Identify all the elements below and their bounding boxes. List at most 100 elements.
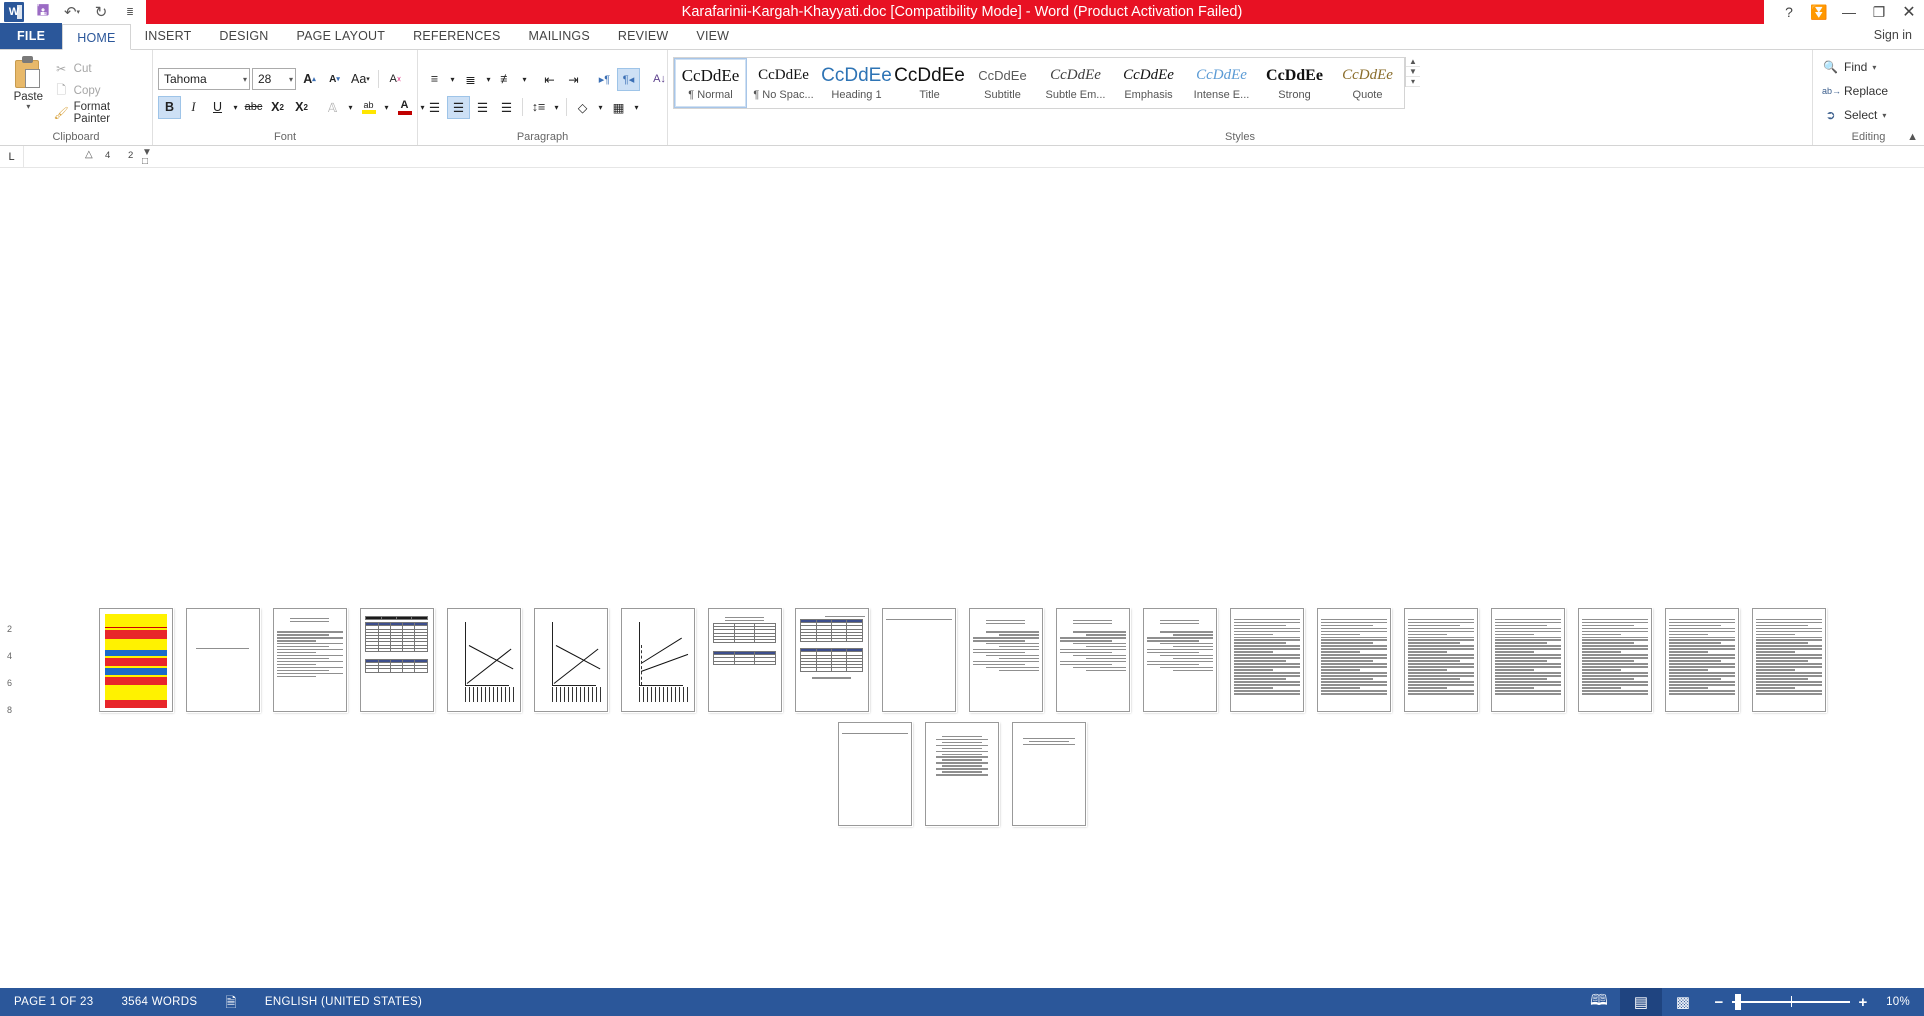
paste-button[interactable]: Paste ▾ — [5, 53, 52, 129]
bullets-button[interactable]: ≡ — [423, 68, 446, 91]
font-name-caret-icon[interactable]: ▾ — [239, 75, 247, 84]
read-mode-button[interactable]: 🕮 — [1578, 988, 1620, 1016]
text-effects-button[interactable]: 𝔸 — [321, 96, 344, 119]
copy-button[interactable]: 🗋 Copy — [54, 82, 147, 101]
collapse-ribbon-button[interactable]: ▲ — [1907, 131, 1918, 143]
tab-page-layout[interactable]: PAGE LAYOUT — [283, 23, 400, 49]
page-thumbnail[interactable] — [359, 608, 434, 712]
page-thumbnail[interactable] — [1664, 608, 1739, 712]
tab-mailings[interactable]: MAILINGS — [515, 23, 604, 49]
page-thumbnail[interactable] — [925, 722, 999, 826]
page-thumbnail[interactable] — [272, 608, 347, 712]
restore-button[interactable]: ❐ — [1864, 0, 1894, 24]
borders-caret-icon[interactable]: ▾ — [631, 96, 642, 119]
close-button[interactable]: ✕ — [1894, 0, 1924, 24]
page-thumbnail[interactable] — [1142, 608, 1217, 712]
zoom-level-label[interactable]: 10% — [1878, 996, 1924, 1008]
first-line-indent-marker-icon[interactable]: △ — [85, 149, 93, 160]
justify-button[interactable]: ☰ — [495, 96, 518, 119]
find-caret-icon[interactable]: ▾ — [1872, 63, 1876, 72]
horizontal-ruler[interactable]: 4 2 △ ▼ □ — [79, 146, 199, 168]
styles-more-icon[interactable]: ▾ — [1406, 77, 1420, 87]
tab-stop-selector[interactable]: L — [0, 145, 24, 168]
bullets-caret-icon[interactable]: ▾ — [447, 68, 458, 91]
shading-caret-icon[interactable]: ▾ — [595, 96, 606, 119]
page-thumbnail[interactable] — [1055, 608, 1130, 712]
replace-button[interactable]: ab→ Replace — [1822, 80, 1919, 102]
select-caret-icon[interactable]: ▾ — [1882, 111, 1886, 120]
underline-caret-icon[interactable]: ▾ — [230, 96, 241, 119]
shrink-font-button[interactable]: A ▾ — [323, 68, 346, 91]
ltr-text-direction-button[interactable]: ▸¶ — [593, 68, 616, 91]
style-item-no-spac[interactable]: CcDdEe ¶ No Spac... — [747, 58, 820, 108]
line-spacing-button[interactable]: ↕≡ — [527, 96, 550, 119]
page-thumbnail[interactable] — [794, 608, 869, 712]
word-count[interactable]: 3564 WORDS — [107, 988, 211, 1016]
superscript-button[interactable]: X2 — [290, 96, 313, 119]
font-name-combo[interactable]: Tahoma ▾ — [158, 68, 250, 90]
save-icon[interactable]: 🖪 — [33, 2, 53, 22]
page-thumbnail[interactable] — [98, 608, 173, 712]
subscript-button[interactable]: X2 — [266, 96, 289, 119]
style-item-normal[interactable]: CcDdEe ¶ Normal — [674, 58, 747, 108]
style-item-subtitle[interactable]: CcDdEe Subtitle — [966, 58, 1039, 108]
tab-view[interactable]: VIEW — [682, 23, 743, 49]
tab-review[interactable]: REVIEW — [604, 23, 683, 49]
page-thumbnail[interactable] — [1751, 608, 1826, 712]
tab-insert[interactable]: INSERT — [131, 23, 206, 49]
change-case-button[interactable]: Aa ▾ — [348, 68, 373, 91]
styles-gallery[interactable]: CcDdEe ¶ Normal CcDdEe ¶ No Spac... CcDdEe He… — [673, 57, 1405, 109]
page-thumbnail[interactable] — [185, 608, 260, 712]
cut-button[interactable]: ✂ Cut — [54, 60, 147, 79]
zoom-out-button[interactable]: − — [1712, 994, 1726, 1011]
page-thumbnail[interactable] — [533, 608, 608, 712]
proofing-errors-icon[interactable]: 🗎 — [211, 988, 251, 1016]
page-thumbnail[interactable] — [707, 608, 782, 712]
rtl-text-direction-button[interactable]: ¶◂ — [617, 67, 640, 91]
numbering-button[interactable]: ≣ — [459, 68, 482, 91]
language-indicator[interactable]: ENGLISH (UNITED STATES) — [251, 988, 436, 1016]
grow-font-button[interactable]: A ▴ — [298, 68, 321, 91]
page-thumbnail[interactable] — [881, 608, 956, 712]
highlight-caret-icon[interactable]: ▾ — [381, 96, 392, 119]
print-layout-button[interactable]: ▤ — [1620, 988, 1663, 1016]
text-effects-caret-icon[interactable]: ▾ — [345, 96, 356, 119]
document-canvas[interactable]: 2468 — [0, 168, 1924, 998]
sign-in-link[interactable]: Sign in — [1874, 28, 1912, 42]
underline-button[interactable]: U — [206, 96, 229, 119]
style-item-quote[interactable]: CcDdEe Quote — [1331, 58, 1404, 108]
style-item-strong[interactable]: CcDdEe Strong — [1258, 58, 1331, 108]
page-thumbnail[interactable] — [446, 608, 521, 712]
zoom-slider[interactable] — [1732, 994, 1851, 1010]
find-button[interactable]: 🔍 Find ▾ — [1822, 56, 1919, 78]
styles-scroll-up-icon[interactable]: ▲ — [1406, 57, 1420, 67]
tab-references[interactable]: REFERENCES — [399, 23, 514, 49]
redo-icon[interactable]: ↻ — [91, 2, 111, 22]
styles-gallery-scrollbar[interactable]: ▲ ▼ ▾ — [1405, 57, 1420, 87]
font-color-button[interactable]: A — [393, 96, 416, 119]
minimize-button[interactable]: — — [1834, 0, 1864, 24]
style-item-emphasis[interactable]: CcDdEe Emphasis — [1112, 58, 1185, 108]
page-thumbnail[interactable] — [1229, 608, 1304, 712]
page-thumbnail[interactable] — [1316, 608, 1391, 712]
multilevel-caret-icon[interactable]: ▾ — [519, 68, 530, 91]
multilevel-list-button[interactable]: ≢ — [495, 68, 518, 91]
zoom-control[interactable]: − + — [1704, 994, 1878, 1011]
numbering-caret-icon[interactable]: ▾ — [483, 68, 494, 91]
clear-formatting-button[interactable]: A ☓ — [384, 68, 407, 91]
shading-button[interactable]: ◇ — [571, 96, 594, 119]
borders-button[interactable]: ▦ — [607, 96, 630, 119]
page-thumbnail[interactable] — [1012, 722, 1086, 826]
format-painter-button[interactable]: 🖌 Format Painter — [54, 101, 147, 125]
page-thumbnail[interactable] — [620, 608, 695, 712]
page-thumbnail[interactable] — [1490, 608, 1565, 712]
font-size-caret-icon[interactable]: ▾ — [285, 75, 293, 84]
styles-scroll-down-icon[interactable]: ▼ — [1406, 67, 1420, 77]
paste-dropdown-caret-icon[interactable]: ▾ — [26, 103, 30, 111]
page-thumbnail[interactable] — [968, 608, 1043, 712]
ribbon-display-options-button[interactable]: ⏬ — [1804, 0, 1834, 24]
page-indicator[interactable]: PAGE 1 OF 23 — [0, 988, 107, 1016]
zoom-slider-thumb[interactable] — [1735, 994, 1742, 1010]
line-spacing-caret-icon[interactable]: ▾ — [551, 96, 562, 119]
zoom-in-button[interactable]: + — [1856, 994, 1870, 1011]
